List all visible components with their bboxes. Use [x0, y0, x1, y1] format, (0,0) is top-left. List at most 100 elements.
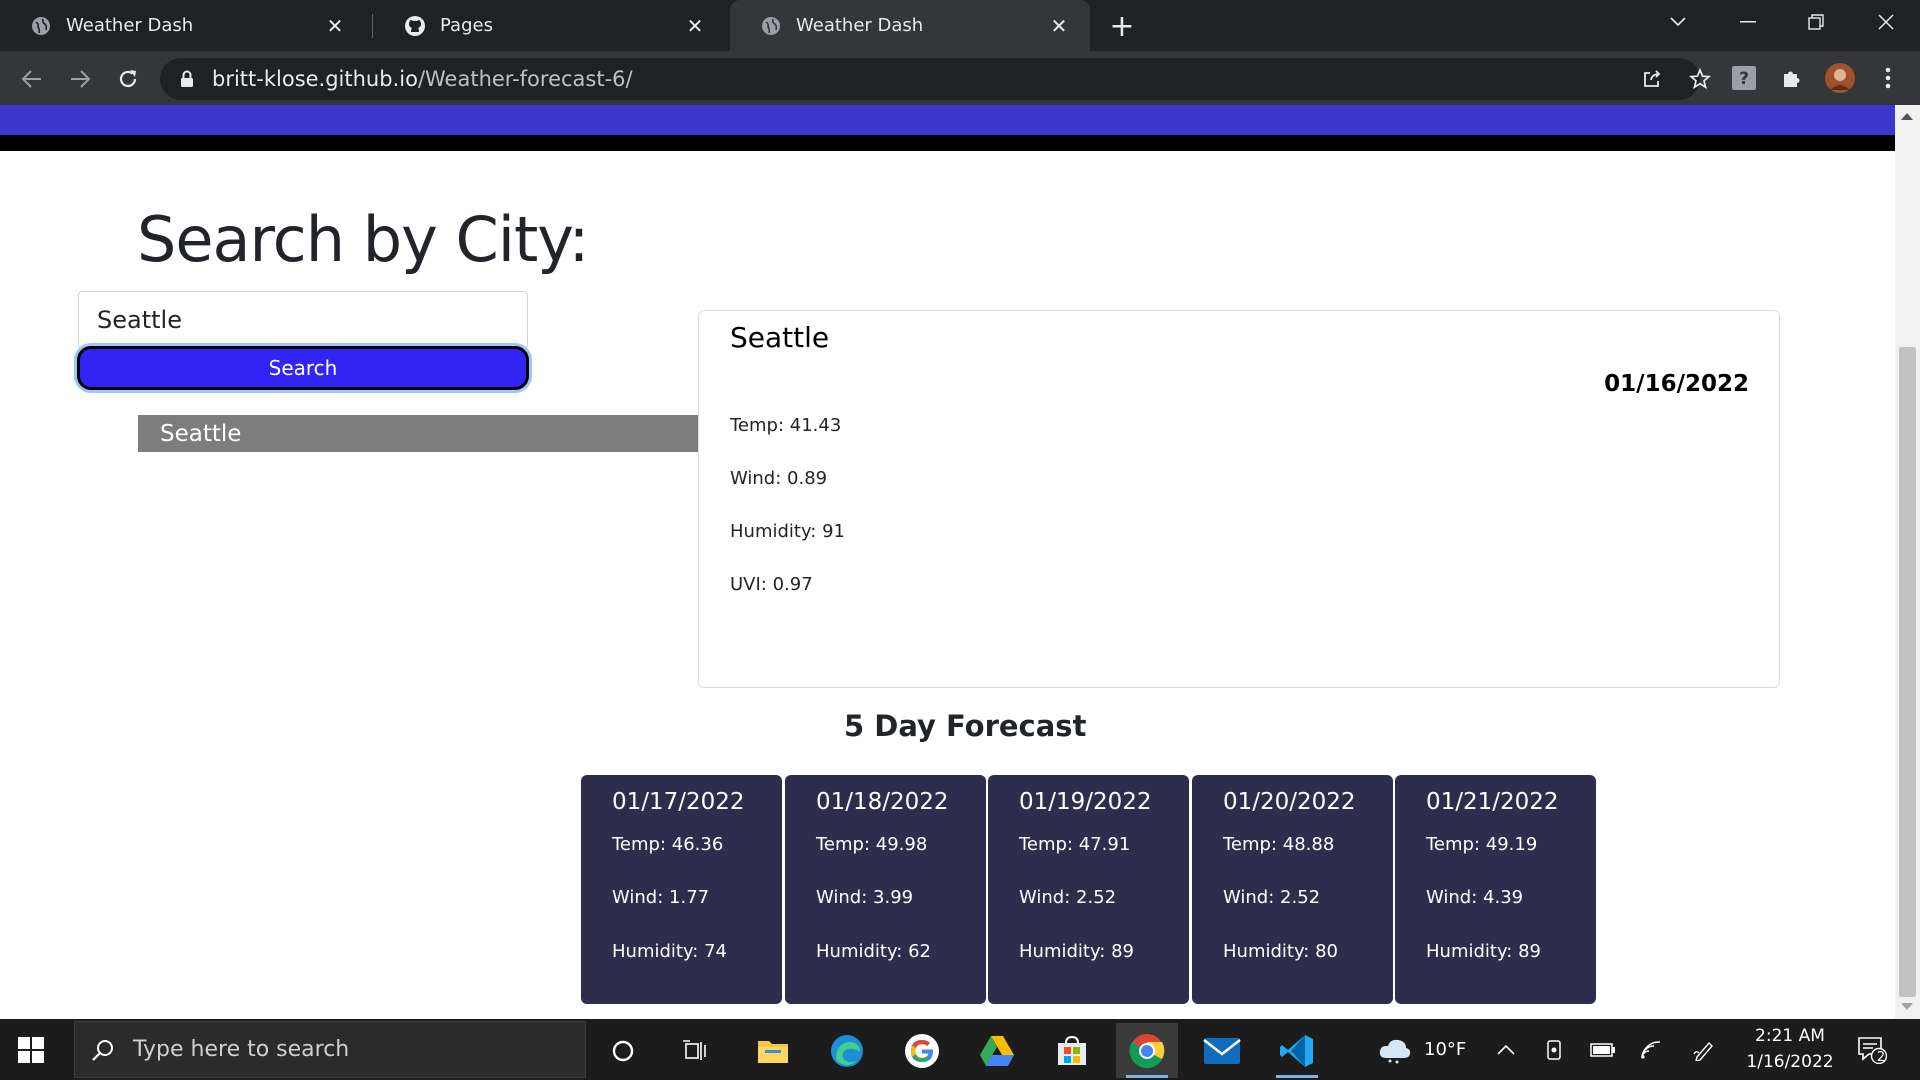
forecast-title: 5 Day Forecast	[844, 709, 1087, 743]
address-bar[interactable]: britt-klose.github.io/Weather-forecast-6…	[160, 58, 1711, 100]
globe-icon	[760, 15, 782, 37]
forecast-card: 01/17/2022 Temp: 46.36 Wind: 1.77 Humidi…	[581, 775, 782, 1004]
windows-start-icon[interactable]	[18, 1037, 44, 1063]
forecast-humidity: Humidity: 62	[816, 941, 931, 962]
task-view-icon[interactable]	[664, 1023, 726, 1078]
forecast-date: 01/19/2022	[1019, 789, 1152, 815]
forecast-temp: Temp: 49.98	[816, 834, 928, 855]
search-icon	[91, 1038, 115, 1062]
tab-divider	[372, 14, 373, 38]
battery-icon[interactable]	[1590, 1019, 1616, 1080]
minimize-icon[interactable]	[1720, 0, 1776, 44]
forecast-date: 01/18/2022	[816, 789, 949, 815]
forecast-humidity: Humidity: 74	[612, 941, 727, 962]
chrome-icon[interactable]	[1116, 1023, 1178, 1078]
show-hidden-icons-chevron-icon[interactable]	[1497, 1019, 1515, 1080]
meet-now-icon[interactable]	[1544, 1019, 1564, 1080]
forecast-date: 01/17/2022	[612, 789, 745, 815]
current-wind: Wind: 0.89	[730, 468, 828, 489]
forecast-wind: Wind: 1.77	[612, 887, 710, 908]
current-humidity: Humidity: 91	[730, 521, 845, 542]
close-tab-icon[interactable]: ✕	[322, 13, 348, 39]
forecast-temp: Temp: 47.91	[1019, 834, 1131, 855]
forecast-wind: Wind: 2.52	[1019, 887, 1117, 908]
forecast-humidity: Humidity: 80	[1223, 941, 1338, 962]
forecast-date: 01/21/2022	[1426, 789, 1559, 815]
search-heading: Search by City:	[137, 203, 589, 276]
browser-menu-icon[interactable]	[1873, 63, 1903, 93]
current-date: 01/16/2022	[1604, 371, 1749, 397]
cortana-icon[interactable]	[592, 1023, 654, 1078]
wifi-icon[interactable]	[1640, 1019, 1662, 1080]
scrollbar-thumb[interactable]	[1899, 347, 1916, 997]
bookmark-star-icon[interactable]	[1685, 64, 1715, 94]
current-city: Seattle	[730, 321, 830, 354]
forecast-temp: Temp: 49.19	[1426, 834, 1538, 855]
url-host: britt-klose.github.io	[212, 67, 418, 91]
back-arrow-icon[interactable]	[16, 63, 48, 95]
forecast-temp: Temp: 46.36	[612, 834, 724, 855]
microsoft-store-icon[interactable]	[1041, 1023, 1103, 1078]
reload-icon[interactable]	[112, 63, 144, 95]
weather-temp: 10°F	[1424, 1039, 1467, 1060]
tab-weather-dash-1[interactable]: Weather Dash ✕	[0, 0, 366, 51]
forecast-temp: Temp: 48.88	[1223, 834, 1335, 855]
forecast-humidity: Humidity: 89	[1426, 941, 1541, 962]
github-icon	[404, 15, 426, 37]
forward-arrow-icon[interactable]	[64, 63, 96, 95]
tab-title: Weather Dash	[796, 15, 924, 36]
clock-date: 1/16/2022	[1746, 1052, 1834, 1072]
scroll-up-arrow-icon[interactable]	[1901, 113, 1913, 120]
scrollbar[interactable]	[1895, 105, 1920, 1019]
close-tab-icon[interactable]: ✕	[1046, 13, 1072, 39]
globe-icon	[30, 15, 52, 37]
forecast-humidity: Humidity: 89	[1019, 941, 1134, 962]
forecast-wind: Wind: 2.52	[1223, 887, 1321, 908]
lock-icon[interactable]	[180, 70, 194, 92]
weather-widget[interactable]: 10°F	[1378, 1019, 1466, 1080]
tab-pages[interactable]: Pages ✕	[374, 0, 726, 51]
clock-time: 2:21 AM	[1755, 1026, 1825, 1046]
notifications-icon[interactable]: 2	[1857, 1019, 1887, 1080]
new-tab-button[interactable]: +	[1106, 9, 1138, 44]
forecast-date: 01/20/2022	[1223, 789, 1356, 815]
tab-title: Pages	[440, 15, 493, 36]
pen-icon[interactable]	[1693, 1019, 1715, 1080]
restore-icon[interactable]	[1788, 0, 1844, 44]
header-banner	[0, 105, 1895, 135]
extensions-puzzle-icon[interactable]	[1777, 63, 1807, 93]
tab-title: Weather Dash	[66, 15, 194, 36]
current-uvi: UVI: 0.97	[730, 574, 813, 595]
close-window-icon[interactable]	[1858, 0, 1914, 44]
share-icon[interactable]	[1637, 64, 1667, 94]
mail-icon[interactable]	[1191, 1023, 1253, 1078]
current-weather-card: Seattle 01/16/2022 Temp: 41.43 Wind: 0.8…	[698, 310, 1780, 688]
vscode-icon[interactable]	[1266, 1023, 1328, 1078]
google-drive-icon[interactable]	[966, 1023, 1028, 1078]
header-divider	[0, 135, 1895, 151]
taskbar-clock[interactable]: 2:21 AM 1/16/2022	[1740, 1023, 1840, 1075]
profile-avatar[interactable]	[1825, 63, 1855, 93]
file-explorer-icon[interactable]	[742, 1023, 804, 1078]
taskbar-search-box[interactable]: Type here to search	[74, 1021, 586, 1078]
taskbar-search-placeholder: Type here to search	[133, 1037, 350, 1062]
notification-count: 2	[1876, 1050, 1886, 1065]
help-extension-icon[interactable]: ?	[1729, 63, 1759, 93]
tab-weather-dash-active[interactable]: Weather Dash ✕	[730, 0, 1090, 51]
url-text: britt-klose.github.io/Weather-forecast-6…	[212, 67, 633, 91]
search-button[interactable]: Search	[77, 346, 529, 390]
forecast-card: 01/21/2022 Temp: 49.19 Wind: 4.39 Humidi…	[1395, 775, 1596, 1004]
forecast-card: 01/19/2022 Temp: 47.91 Wind: 2.52 Humidi…	[988, 775, 1189, 1004]
close-tab-icon[interactable]: ✕	[682, 13, 708, 39]
edge-icon[interactable]	[816, 1023, 878, 1078]
history-item-seattle[interactable]: Seattle	[138, 415, 698, 452]
browser-toolbar: britt-klose.github.io/Weather-forecast-6…	[0, 51, 1920, 105]
forecast-wind: Wind: 4.39	[1426, 887, 1524, 908]
tab-search-chevron-icon[interactable]	[1650, 0, 1706, 44]
forecast-card: 01/18/2022 Temp: 49.98 Wind: 3.99 Humidi…	[785, 775, 986, 1004]
city-search-input[interactable]: Seattle	[78, 291, 528, 349]
svg-text:?: ?	[1739, 69, 1749, 89]
google-icon[interactable]	[891, 1023, 953, 1078]
cloud-snow-icon	[1378, 1036, 1412, 1064]
scroll-down-arrow-icon[interactable]	[1901, 1003, 1913, 1010]
